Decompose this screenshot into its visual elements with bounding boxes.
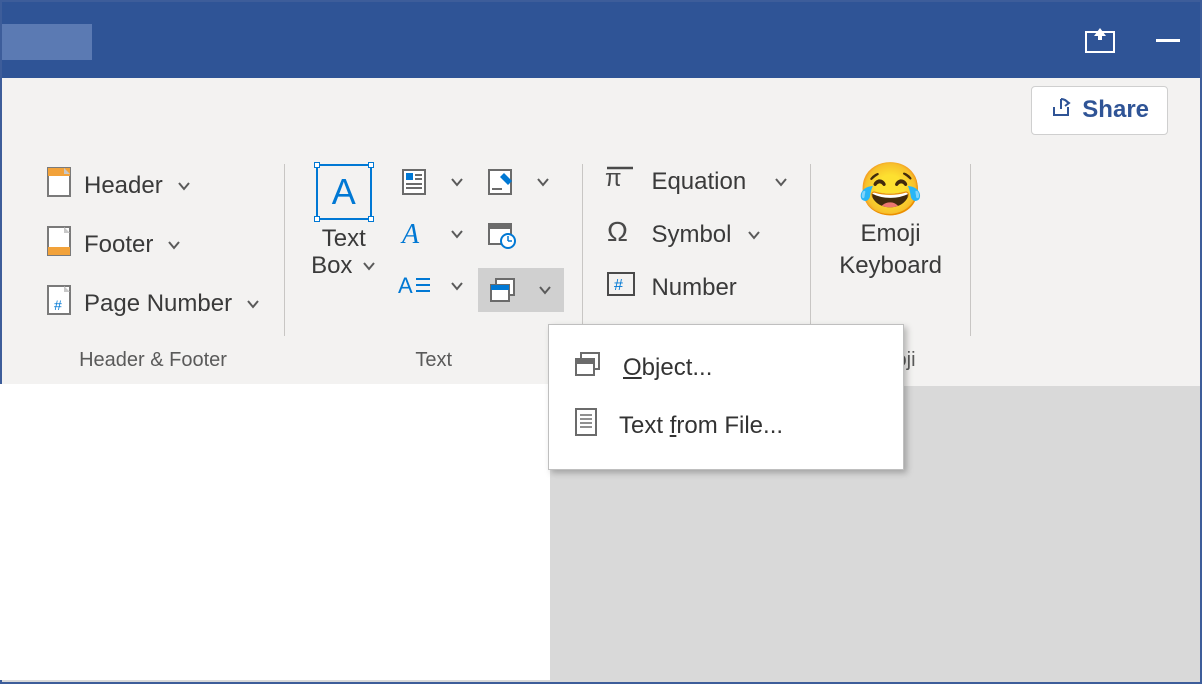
chevron-down-icon xyxy=(538,285,552,295)
ribbon-display-options-icon[interactable] xyxy=(1084,26,1116,54)
chevron-down-icon xyxy=(450,281,464,291)
dropdown-object-label: Object... xyxy=(623,354,712,382)
date-time-button[interactable] xyxy=(478,216,524,252)
svg-text:#: # xyxy=(54,297,62,313)
date-time-icon xyxy=(484,220,518,248)
object-icon xyxy=(573,349,603,386)
chevron-down-icon xyxy=(536,177,550,187)
emoji-keyboard-button[interactable]: 😂 Emoji Keyboard xyxy=(829,162,952,282)
symbol-icon: Ω xyxy=(605,217,639,252)
share-row: Share xyxy=(2,78,1200,142)
svg-text:#: # xyxy=(614,277,623,294)
signature-line-button[interactable] xyxy=(478,164,556,200)
drop-cap-button[interactable]: A xyxy=(392,268,470,304)
object-button[interactable] xyxy=(478,268,564,312)
document-canvas[interactable] xyxy=(0,384,550,680)
chevron-down-icon xyxy=(246,299,260,309)
share-label: Share xyxy=(1082,96,1149,124)
object-icon xyxy=(486,276,520,304)
chevron-down-icon xyxy=(177,181,191,191)
dropdown-text-from-file[interactable]: Text from File... xyxy=(549,396,903,455)
wordart-icon: A xyxy=(398,220,432,248)
chevron-down-icon xyxy=(167,240,181,250)
svg-text:A: A xyxy=(398,273,413,298)
number-button[interactable]: # Number xyxy=(601,268,792,307)
symbol-button[interactable]: Ω Symbol xyxy=(601,215,792,254)
signature-icon xyxy=(484,168,518,196)
group-header-footer: Header Footer # Page Number xyxy=(22,142,284,386)
equation-icon: π xyxy=(605,164,639,199)
share-icon xyxy=(1050,95,1074,126)
titlebar-tab xyxy=(2,24,92,60)
footer-icon xyxy=(46,225,74,264)
chevron-down-icon xyxy=(450,229,464,239)
svg-text:A: A xyxy=(400,219,420,249)
group-text: A Text Box A xyxy=(285,142,582,386)
emoji-icon: 😂 xyxy=(858,164,923,216)
wordart-button[interactable]: A xyxy=(392,216,470,252)
chevron-down-icon xyxy=(362,261,376,271)
footer-button[interactable]: Footer xyxy=(40,221,266,268)
title-bar xyxy=(2,2,1200,78)
chevron-down-icon xyxy=(747,230,761,240)
object-dropdown: Object... Text from File... xyxy=(548,324,904,470)
number-icon: # xyxy=(605,270,639,305)
header-icon xyxy=(46,166,74,205)
header-button[interactable]: Header xyxy=(40,162,266,209)
quick-parts-button[interactable] xyxy=(392,164,470,200)
dropdown-file-label: Text from File... xyxy=(619,412,783,440)
quick-parts-icon xyxy=(398,168,432,196)
group-label: Header & Footer xyxy=(79,349,227,378)
dropdown-object[interactable]: Object... xyxy=(549,339,903,396)
text-file-icon xyxy=(573,406,599,445)
group-label: Text xyxy=(415,349,452,378)
equation-button[interactable]: π Equation xyxy=(601,162,792,201)
chevron-down-icon xyxy=(450,177,464,187)
page-number-button[interactable]: # Page Number xyxy=(40,280,266,327)
chevron-down-icon xyxy=(774,177,788,187)
svg-text:Ω: Ω xyxy=(607,217,628,245)
text-box-icon: A xyxy=(316,164,372,220)
page-number-icon: # xyxy=(46,284,74,323)
minimize-icon[interactable] xyxy=(1156,39,1180,42)
share-button[interactable]: Share xyxy=(1031,86,1168,135)
text-box-button[interactable]: A Text Box xyxy=(303,162,384,282)
drop-cap-icon: A xyxy=(398,272,432,300)
